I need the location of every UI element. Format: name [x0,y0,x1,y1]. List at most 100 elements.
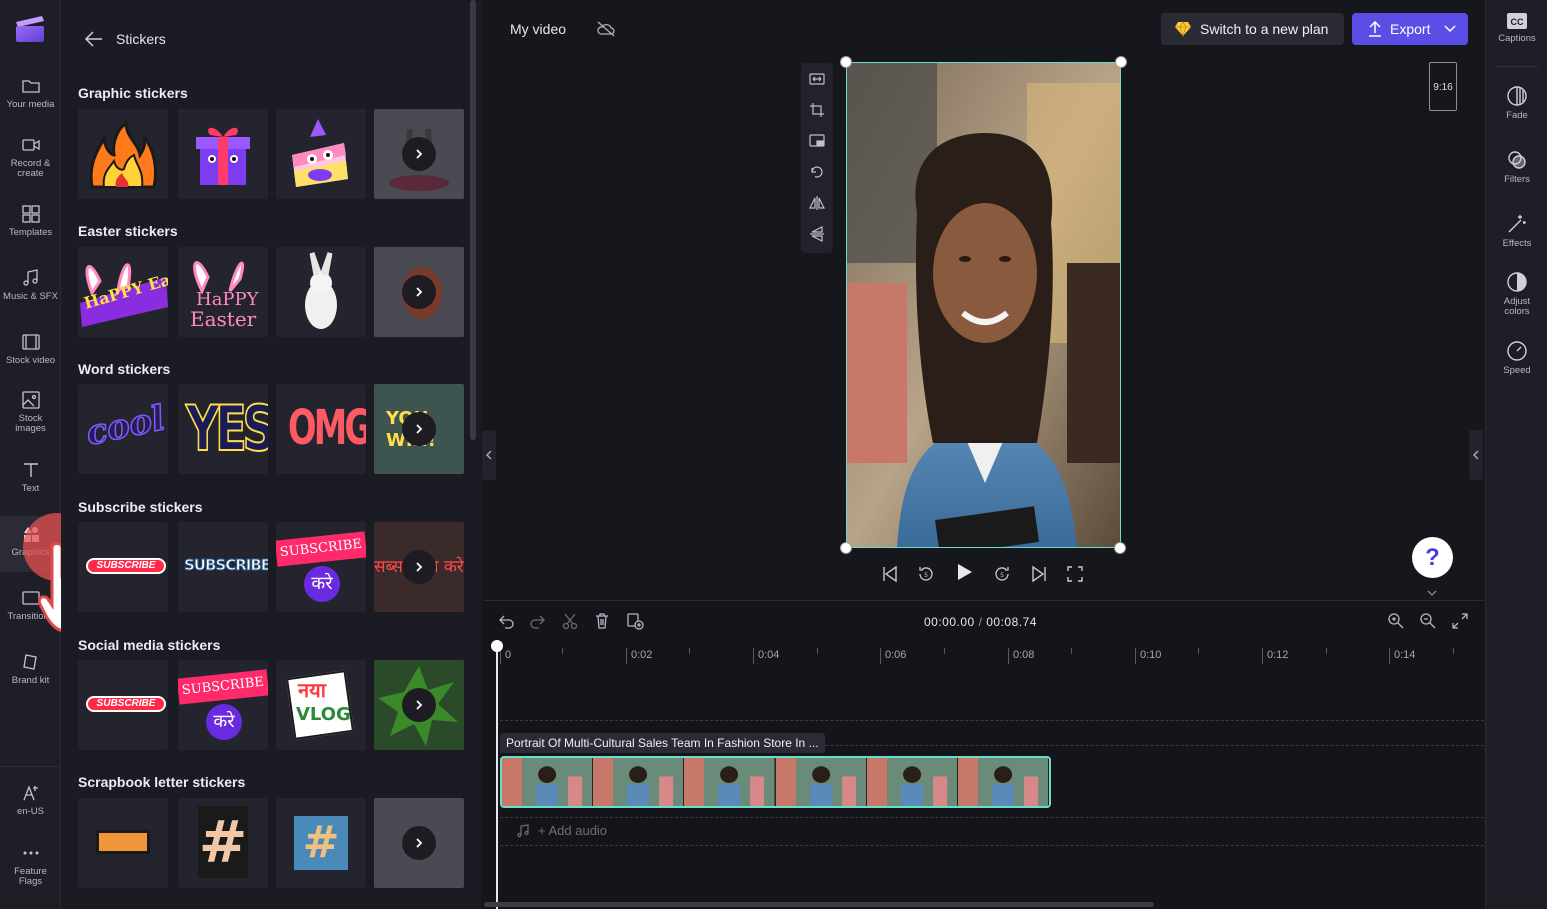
sticker-gift[interactable] [178,109,268,199]
chevron-right-icon [416,424,423,434]
video-clip[interactable] [500,756,1051,808]
fullscreen-icon[interactable] [1065,564,1085,584]
sticker-happy-easter-banner[interactable]: HaPPY Easter [78,247,168,337]
rail-feature-flags[interactable]: Feature Flags [0,843,61,887]
flip-horizontal-icon[interactable] [809,195,825,211]
cloud-off-icon[interactable] [596,20,616,38]
rail-adjust-colors[interactable]: Adjust colors [1486,271,1547,317]
see-more-button[interactable] [402,688,436,722]
sticker-scrapbook-hash-dark[interactable]: # [178,798,268,888]
rail-stock-images[interactable]: Stock images [0,390,61,434]
play-icon[interactable] [954,562,974,582]
sticker-subscribe-white[interactable]: SUBSCRIBE [178,522,268,612]
rail-music-sfx[interactable]: Music & SFX [0,268,61,302]
see-more-button[interactable] [402,826,436,860]
sticker-subscribe-red[interactable]: SUBSCRIBE [78,522,168,612]
rail-filters[interactable]: Filters [1486,149,1547,185]
sticker-text: VLOG [296,704,351,725]
rail-text[interactable]: Text [0,460,61,494]
playhead-handle[interactable] [491,640,503,652]
sticker-yes[interactable]: YES [178,384,268,474]
forward-5-icon[interactable]: 5 [992,564,1012,584]
rail-templates[interactable]: Templates [0,204,61,238]
clip-thumbnail [866,758,958,806]
sticker-fire[interactable] [78,109,168,199]
sticker-text: SUBSCRIBE [178,669,268,705]
chevron-right-icon [416,287,423,297]
section-title-social: Social media stickers [78,637,221,653]
collapse-right-panel-button[interactable] [1469,430,1483,480]
flip-vertical-icon[interactable] [809,226,825,242]
duplicate-icon[interactable] [626,612,644,630]
rail-record-create[interactable]: Record & create [0,135,61,179]
see-more-button[interactable] [402,550,436,584]
chevron-down-icon[interactable] [1427,590,1437,596]
folder-icon [21,80,40,93]
see-more-button[interactable] [402,412,436,446]
resize-handle-bottom-left[interactable] [840,542,852,554]
see-more-button[interactable] [402,275,436,309]
switch-plan-button[interactable]: Switch to a new plan [1161,13,1344,45]
sticker-more-word[interactable]: YOU WIN! [374,384,464,474]
playhead[interactable] [496,640,498,909]
sticker-social-hindi[interactable]: SUBSCRIBE करे [178,660,268,750]
sticker-more-easter[interactable] [374,247,464,337]
resize-handle-top-right[interactable] [1115,56,1127,68]
clipchamp-logo-icon[interactable] [14,12,46,44]
rail-label: Record & create [10,158,51,179]
sticker-happy-easter-text[interactable]: HaPPY Easter [178,247,268,337]
sticker-more-subscribe[interactable]: सब्सक्राइब करे [374,522,464,612]
rail-your-media[interactable]: Your media [0,76,61,110]
sticker-more-graphic[interactable] [374,109,464,199]
fit-timeline-icon[interactable] [1451,612,1469,630]
section-title-subscribe: Subscribe stickers [78,499,203,515]
rotate-icon[interactable] [809,164,825,180]
back-arrow-icon[interactable] [84,30,104,48]
rail-language[interactable]: en-US [0,783,61,817]
sticker-naya-vlog[interactable]: नया VLOG [276,660,366,750]
sticker-more-social[interactable] [374,660,464,750]
see-more-button[interactable] [402,137,436,171]
project-title[interactable]: My video [510,21,566,37]
add-audio-button[interactable]: + Add audio [516,823,607,838]
sticker-scrapbook-dash[interactable] [78,798,168,888]
rail-fade[interactable]: Fade [1486,85,1547,121]
skip-forward-icon[interactable] [1029,564,1049,584]
resize-handle-top-left[interactable] [840,56,852,68]
text-icon [23,463,38,477]
fit-icon[interactable] [809,71,825,87]
zoom-in-icon[interactable] [1387,612,1405,630]
trash-icon[interactable] [593,612,611,630]
undo-icon[interactable] [497,612,515,630]
sticker-subscribe-hindi[interactable]: SUBSCRIBE करे [276,522,366,612]
sticker-social-subscribe[interactable]: SUBSCRIBE [78,660,168,750]
rewind-5-icon[interactable]: 5 [916,564,936,584]
skip-back-icon[interactable] [880,564,900,584]
sticker-white-bunny[interactable] [276,247,366,337]
sticker-cool[interactable]: cool [78,384,168,474]
collapse-left-panel-button[interactable] [482,430,496,480]
video-preview[interactable] [846,62,1121,548]
help-button[interactable]: ? [1412,537,1453,578]
export-button[interactable]: Export [1352,13,1468,45]
timeline-scrollbar[interactable] [484,902,1154,907]
crop-icon[interactable] [809,102,825,118]
pip-icon[interactable] [809,133,825,149]
panel-scrollbar[interactable] [470,0,476,440]
redo-icon[interactable] [529,612,547,630]
rail-brand-kit[interactable]: Brand kit [0,652,61,686]
rail-stock-video[interactable]: Stock video [0,332,61,366]
rail-captions[interactable]: CC Captions [1486,12,1547,44]
aspect-ratio-button[interactable]: 9:16 [1429,62,1457,111]
sticker-more-scrapbook[interactable] [374,798,464,888]
sticker-scrapbook-hash-blue[interactable]: # [276,798,366,888]
ruler-label: 0:10 [1135,648,1161,664]
sticker-cake[interactable] [276,109,366,199]
rail-speed[interactable]: Speed [1486,340,1547,376]
scissors-icon[interactable] [561,612,579,630]
resize-handle-bottom-right[interactable] [1114,542,1126,554]
more-icon [23,851,38,855]
sticker-omg[interactable]: OMG [276,384,366,474]
zoom-out-icon[interactable] [1419,612,1437,630]
rail-effects[interactable]: Effects [1486,213,1547,249]
